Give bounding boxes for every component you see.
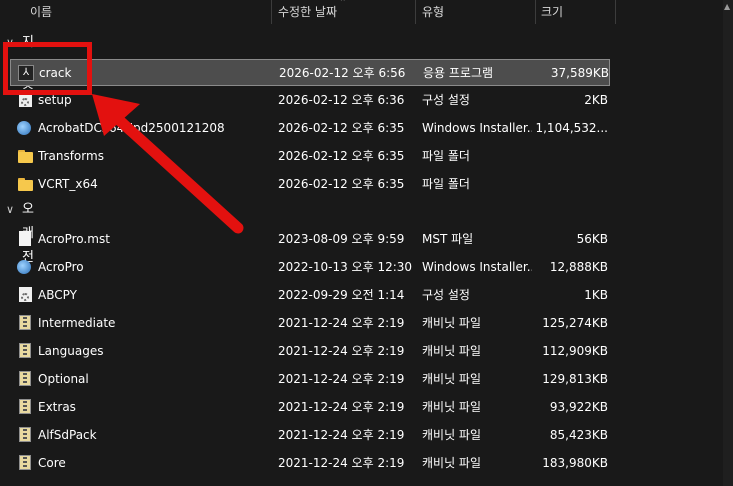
annotation-arrow [92,94,244,234]
